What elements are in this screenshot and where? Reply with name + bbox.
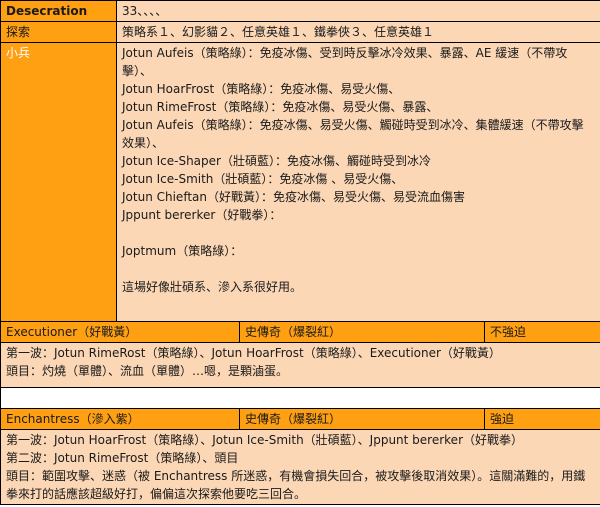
minion-label-cell: 小兵 — [0, 42, 117, 322]
enchantress-line: 第一波：Jotun HoarFrost（策略綠）、Jotun Ice-Smith… — [6, 433, 524, 447]
minion-line: Joptmum（策略綠）： — [122, 244, 243, 258]
minion-line: Jotun Ice-Smith（壯碩藍）：免疫冰傷 、易受火傷、 — [122, 172, 404, 186]
explore-value-cell: 策略系１、幻影貓２、任意英雄１、鐵拳俠３、任意英雄１ — [115, 21, 600, 43]
explore-value: 策略系１、幻影貓２、任意英雄１、鐵拳俠３、任意英雄１ — [122, 25, 435, 39]
minion-list-cell: Jotun Aufeis（策略綠）：免疫冰傷、受到時反擊冰冷效果、暴露、AE 緩… — [115, 42, 600, 322]
minion-line: Jotun Chieftan（好戰黃）：免疫冰傷、易受火傷、易受流血傷害 — [122, 190, 465, 204]
enchantress-name: Enchantress（滲入紫） — [6, 412, 140, 426]
executioner-rarity-cell: 史傳奇（爆裂紅） — [239, 321, 485, 343]
minion-line — [122, 224, 595, 242]
executioner-line: 頭目：灼燒（單體）、流血（單體）…嗯，是顆滷蛋。 — [6, 364, 289, 378]
enchantress-difficulty: 強迫 — [490, 412, 515, 426]
enchantress-line: 頭目：範圍攻擊、迷惑（被 Enchantress 所迷惑，有機會損失回合，被攻擊… — [6, 469, 586, 501]
executioner-rarity: 史傳奇（爆裂紅） — [245, 325, 342, 339]
minion-line: 這場好像壯碩系、滲入系很好用。 — [122, 280, 303, 294]
executioner-difficulty: 不強迫 — [490, 325, 527, 339]
minion-row: 小兵 Jotun Aufeis（策略綠）：免疫冰傷、受到時反擊冰冷效果、暴露、A… — [0, 42, 600, 322]
stage-count-cell: 33、、、、 — [115, 0, 600, 22]
minion-line: Jotun Ice-Shaper（壯碩藍）：免疫冰傷、觸碰時受到冰冷 — [122, 154, 431, 168]
executioner-difficulty-cell: 不強迫 — [483, 321, 600, 343]
minion-line: Jotun Aufeis（策略綠）：免疫冰傷、易受火傷、觸碰時受到冰冷、集體緩速… — [122, 118, 584, 150]
minion-line: Jotun RimeFrost（策略綠）：免疫冰傷、易受火傷、暴露、 — [122, 100, 439, 114]
explore-label: 探索 — [6, 25, 31, 39]
stage-count: 33、、、、 — [122, 4, 168, 18]
explore-row: 探索 策略系１、幻影貓２、任意英雄１、鐵拳俠３、任意英雄１ — [0, 21, 600, 43]
executioner-name-cell: Executioner（好戰黃） — [0, 321, 240, 343]
minion-line: Jotun Aufeis（策略綠）：免疫冰傷、受到時反擊冰冷效果、暴露、AE 緩… — [122, 46, 568, 78]
enchantress-header-row: Enchantress（滲入紫） 史傳奇（爆裂紅） 強迫 — [0, 408, 600, 430]
executioner-header-row: Executioner（好戰黃） 史傳奇（爆裂紅） 不強迫 — [0, 321, 600, 343]
minion-line: Jotun HoarFrost（策略綠）：免疫冰傷、易受火傷、 — [122, 82, 401, 96]
enchantress-notes-cell: 第一波：Jotun HoarFrost（策略綠）、Jotun Ice-Smith… — [0, 429, 600, 505]
minion-line: Jppunt bererker（好戰拳）： — [122, 208, 282, 222]
enchantress-line: 第二波：Jotun RimeFrost（策略綠）、頭目 — [6, 451, 239, 465]
stage-title: Desecration — [6, 4, 88, 18]
enchantress-name-cell: Enchantress（滲入紫） — [0, 408, 240, 430]
strategy-table: Desecration 33、、、、 探索 策略系１、幻影貓２、任意英雄１、鐵拳… — [0, 0, 600, 505]
enchantress-rarity-cell: 史傳奇（爆裂紅） — [239, 408, 485, 430]
enchantress-body-row: 第一波：Jotun HoarFrost（策略綠）、Jotun Ice-Smith… — [0, 429, 600, 505]
executioner-body-row: 第一波：Jotun RimeRost（策略綠）、Jotun HoarFrost（… — [0, 342, 600, 388]
header-row: Desecration 33、、、、 — [0, 0, 600, 22]
minion-label: 小兵 — [6, 46, 31, 60]
stage-title-cell: Desecration — [0, 0, 117, 22]
executioner-notes-cell: 第一波：Jotun RimeRost（策略綠）、Jotun HoarFrost（… — [0, 342, 600, 388]
enchantress-rarity: 史傳奇（爆裂紅） — [245, 412, 342, 426]
spacer-cell — [0, 387, 600, 409]
spacer-row — [0, 387, 600, 409]
explore-label-cell: 探索 — [0, 21, 117, 43]
executioner-line: 第一波：Jotun RimeRost（策略綠）、Jotun HoarFrost（… — [6, 346, 501, 360]
enchantress-difficulty-cell: 強迫 — [483, 408, 600, 430]
minion-line — [122, 260, 595, 278]
executioner-name: Executioner（好戰黃） — [6, 325, 138, 339]
